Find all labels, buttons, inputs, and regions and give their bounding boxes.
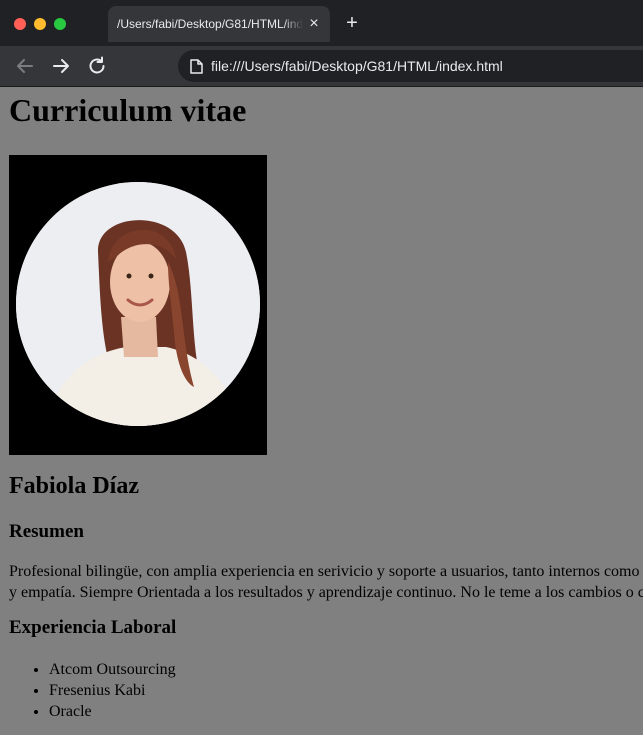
page-title: Curriculum vitae: [9, 92, 247, 128]
address-url[interactable]: file:///Users/fabi/Desktop/G81/HTML/inde…: [211, 50, 503, 82]
experience-heading: Experiencia Laboral: [9, 617, 177, 638]
profile-photo: [9, 155, 267, 455]
experience-item: Fresenius Kabi: [49, 680, 176, 701]
experience-list: Atcom Outsourcing Fresenius Kabi Oracle: [9, 659, 176, 722]
new-tab-icon[interactable]: +: [342, 12, 362, 34]
back-arrow-icon[interactable]: [13, 54, 37, 78]
file-icon: [190, 59, 203, 79]
browser-tab[interactable]: /Users/fabi/Desktop/G81/HTML/index.html …: [108, 6, 330, 42]
reload-icon[interactable]: [85, 54, 109, 78]
close-window-button[interactable]: [14, 18, 26, 30]
summary-text: Profesional bilingüe, con amplia experie…: [9, 561, 643, 603]
summary-heading: Resumen: [9, 521, 84, 542]
browser-tab-bar: /Users/fabi/Desktop/G81/HTML/index.html …: [0, 0, 643, 46]
browser-toolbar: file:///Users/fabi/Desktop/G81/HTML/inde…: [0, 46, 643, 87]
forward-arrow-icon[interactable]: [49, 54, 73, 78]
profile-photo-circle: [16, 182, 260, 426]
tab-title: /Users/fabi/Desktop/G81/HTML/index.html: [117, 6, 303, 42]
maximize-window-button[interactable]: [54, 18, 66, 30]
experience-item: Atcom Outsourcing: [49, 659, 176, 680]
minimize-window-button[interactable]: [34, 18, 46, 30]
address-bar[interactable]: file:///Users/fabi/Desktop/G81/HTML/inde…: [178, 50, 643, 82]
page-viewport: Curriculum vitae Fabiola Díaz Resumen Pr…: [0, 87, 643, 735]
close-icon[interactable]: ×: [306, 6, 322, 42]
summary-line: Profesional bilingüe, con amplia experie…: [9, 563, 640, 580]
experience-item: Oracle: [49, 701, 176, 722]
summary-line: y empatía. Siempre Orientada a los resul…: [9, 584, 643, 601]
person-name: Fabiola Díaz: [9, 473, 139, 499]
